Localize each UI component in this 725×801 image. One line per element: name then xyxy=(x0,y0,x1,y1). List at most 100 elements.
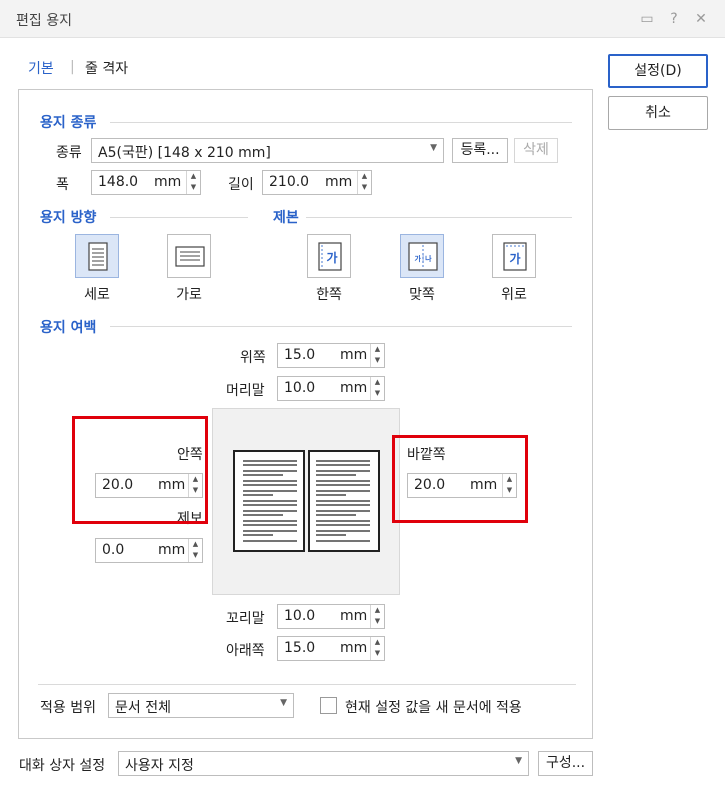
spin-down-icon[interactable]: ▼ xyxy=(371,616,384,627)
close-icon[interactable]: ✕ xyxy=(691,9,711,29)
width-spinner[interactable]: 148.0 mm ▲ ▼ xyxy=(91,170,201,195)
spin-up-icon[interactable]: ▲ xyxy=(189,539,202,550)
dialog-settings-value: 사용자 지정 xyxy=(125,758,194,774)
margin-bottom-spinner[interactable]: 15.0 mm ▲ ▼ xyxy=(277,636,385,661)
dialog-settings-label: 대화 상자 설정 xyxy=(19,758,106,774)
tab-basic[interactable]: 기본 xyxy=(28,58,68,78)
margin-header-spinner[interactable]: 10.0 mm ▲ ▼ xyxy=(277,376,385,401)
margin-header-stepper[interactable]: ▲ ▼ xyxy=(370,377,384,400)
paper-type-select[interactable]: A5(국판) [148 x 210 mm] ▼ xyxy=(91,138,444,163)
spin-down-icon[interactable]: ▼ xyxy=(187,182,200,193)
delete-button[interactable]: 삭제 xyxy=(514,138,558,163)
page-layout-preview xyxy=(212,408,400,595)
margin-header-value: 10.0 xyxy=(284,380,316,396)
configure-button[interactable]: 구성... xyxy=(538,751,593,776)
binding-single-option[interactable]: 가 xyxy=(307,234,351,278)
spin-down-icon[interactable]: ▼ xyxy=(371,355,384,366)
section-divider xyxy=(110,122,572,123)
spin-down-icon[interactable]: ▼ xyxy=(189,550,202,561)
height-value: 210.0 xyxy=(269,174,310,190)
margin-gutter-stepper[interactable]: ▲ ▼ xyxy=(188,539,202,562)
comment-icon[interactable]: ▭ xyxy=(637,9,657,29)
height-stepper[interactable]: ▲ ▼ xyxy=(357,171,371,194)
section-divider xyxy=(110,217,248,218)
apply-scope-label: 적용 범위 xyxy=(40,700,96,716)
margin-bottom-value: 15.0 xyxy=(284,640,316,656)
binding-facing-option[interactable]: 가│나 xyxy=(400,234,444,278)
margin-bottom-label: 아래쪽 xyxy=(226,643,265,659)
spin-up-icon[interactable]: ▲ xyxy=(371,377,384,388)
binding-top-option[interactable]: 가 xyxy=(492,234,536,278)
margin-footer-label: 꼬리말 xyxy=(226,611,265,627)
margin-footer-spinner[interactable]: 10.0 mm ▲ ▼ xyxy=(277,604,385,629)
apply-scope-select[interactable]: 문서 전체 ▼ xyxy=(108,693,294,718)
margin-bottom-unit: mm xyxy=(340,640,368,656)
top-binding-icon: 가 xyxy=(503,242,527,271)
width-unit: mm xyxy=(154,174,182,190)
margin-gutter-unit: mm xyxy=(158,542,186,558)
spin-down-icon[interactable]: ▼ xyxy=(371,648,384,659)
apply-new-doc-checkbox[interactable] xyxy=(320,697,337,714)
binding-single-glyph: 가 xyxy=(326,250,337,265)
register-button[interactable]: 등록... xyxy=(452,138,508,163)
orientation-section-title: 용지 방향 xyxy=(40,210,97,226)
margin-top-stepper[interactable]: ▲ ▼ xyxy=(370,344,384,367)
single-binding-icon: 가 xyxy=(318,242,342,271)
margin-footer-stepper[interactable]: ▲ ▼ xyxy=(370,605,384,628)
spin-down-icon[interactable]: ▼ xyxy=(371,388,384,399)
margin-bottom-stepper[interactable]: ▲ ▼ xyxy=(370,637,384,660)
chevron-down-icon: ▼ xyxy=(515,756,522,766)
width-label: 폭 xyxy=(56,177,69,193)
binding-top-glyph: 가 xyxy=(509,251,520,266)
dialog-settings-select[interactable]: 사용자 지정 ▼ xyxy=(118,751,529,776)
height-label: 길이 xyxy=(228,177,254,193)
landscape-page-icon xyxy=(175,246,205,267)
spin-down-icon[interactable]: ▼ xyxy=(358,182,371,193)
apply-scope-value: 문서 전체 xyxy=(115,700,171,716)
height-spinner[interactable]: 210.0 mm ▲ ▼ xyxy=(262,170,372,195)
tab-separator: | xyxy=(70,59,75,75)
apply-new-doc-label: 현재 설정 값을 새 문서에 적용 xyxy=(345,700,522,716)
facing-pages-preview-icon xyxy=(233,450,380,552)
tab-line-grid[interactable]: 줄 격자 xyxy=(85,58,145,78)
binding-section-title: 제본 xyxy=(273,210,299,226)
spin-up-icon[interactable]: ▲ xyxy=(371,605,384,616)
portrait-option[interactable] xyxy=(75,234,119,278)
margin-top-spinner[interactable]: 15.0 mm ▲ ▼ xyxy=(277,343,385,368)
margin-header-label: 머리말 xyxy=(226,383,265,399)
spin-up-icon[interactable]: ▲ xyxy=(371,344,384,355)
margin-gutter-spinner[interactable]: 0.0 mm ▲ ▼ xyxy=(95,538,203,563)
facing-binding-icon: 가│나 xyxy=(408,242,438,271)
chevron-down-icon: ▼ xyxy=(280,698,287,708)
margin-footer-value: 10.0 xyxy=(284,608,316,624)
paper-type-value: A5(국판) [148 x 210 mm] xyxy=(98,145,271,161)
section-divider xyxy=(110,326,572,327)
binding-facing-label: 맞쪽 xyxy=(409,287,435,303)
spin-up-icon[interactable]: ▲ xyxy=(358,171,371,182)
margin-top-unit: mm xyxy=(340,347,368,363)
spin-up-icon[interactable]: ▲ xyxy=(187,171,200,182)
help-icon[interactable]: ? xyxy=(664,9,684,29)
section-divider xyxy=(306,217,572,218)
width-stepper[interactable]: ▲ ▼ xyxy=(186,171,200,194)
paper-type-label: 종류 xyxy=(56,145,82,161)
landscape-option[interactable] xyxy=(167,234,211,278)
title-bar: 편집 용지 ▭ ? ✕ xyxy=(0,0,725,38)
binding-facing-glyph: 가│나 xyxy=(414,254,432,263)
binding-top-label: 위로 xyxy=(501,287,527,303)
window-title: 편집 용지 xyxy=(16,13,72,29)
portrait-page-icon xyxy=(88,242,108,271)
chevron-down-icon: ▼ xyxy=(430,143,437,153)
section-divider xyxy=(38,684,576,685)
highlight-box-outside xyxy=(392,435,528,523)
portrait-label: 세로 xyxy=(84,287,110,303)
binding-single-label: 한쪽 xyxy=(316,287,342,303)
width-value: 148.0 xyxy=(98,174,139,190)
margin-footer-unit: mm xyxy=(340,608,368,624)
margins-section-title: 용지 여백 xyxy=(40,320,97,336)
height-unit: mm xyxy=(325,174,353,190)
spin-up-icon[interactable]: ▲ xyxy=(371,637,384,648)
cancel-button[interactable]: 취소 xyxy=(608,96,708,130)
margin-gutter-value: 0.0 xyxy=(102,542,125,558)
set-button[interactable]: 설정(D) xyxy=(608,54,708,88)
